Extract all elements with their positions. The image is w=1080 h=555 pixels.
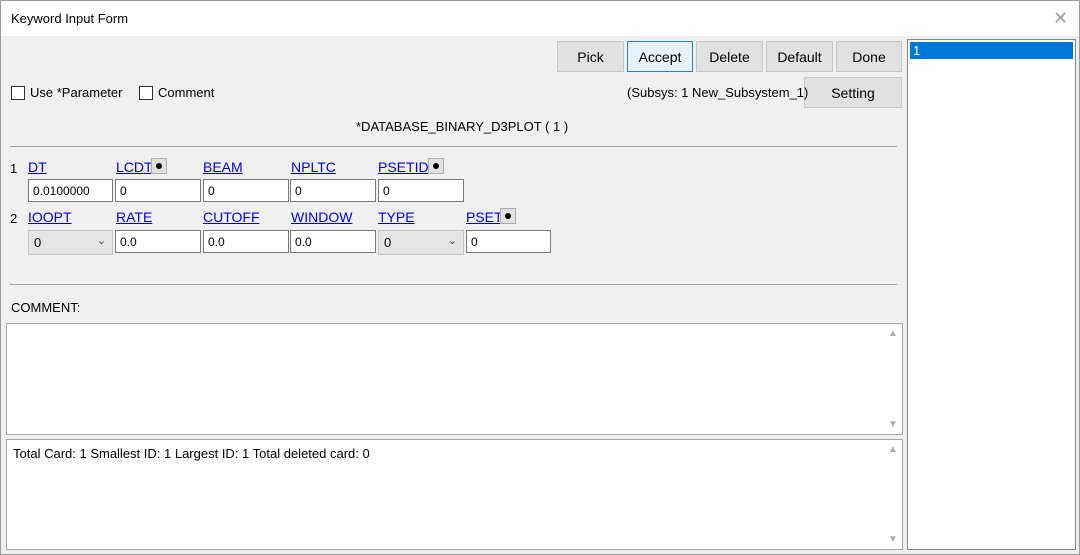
dot-icon	[433, 163, 439, 169]
pset-pick-button[interactable]	[500, 208, 516, 224]
lcdt-pick-button[interactable]	[151, 158, 167, 174]
comment-checkbox[interactable]: Comment	[139, 85, 214, 100]
dot-icon	[505, 213, 511, 219]
use-parameter-checkbox-box[interactable]	[11, 85, 25, 100]
chevron-down-icon: ⌄	[447, 235, 457, 247]
done-button[interactable]: Done	[836, 41, 902, 72]
type-select[interactable]: 0 ⌄	[378, 230, 464, 255]
use-parameter-checkbox[interactable]: Use *Parameter	[11, 85, 122, 100]
comment-scrollbar[interactable]: ▲ ▼	[884, 324, 902, 434]
title-bar: Keyword Input Form ✕	[1, 1, 1079, 36]
beam-label[interactable]: BEAM	[203, 159, 243, 175]
keyword-input-form-window: Keyword Input Form ✕ Pick Accept Delete …	[0, 0, 1080, 555]
npltc-input[interactable]	[290, 179, 376, 202]
separator-bottom	[10, 284, 897, 285]
info-summary-text: Total Card: 1 Smallest ID: 1 Largest ID:…	[13, 446, 370, 461]
card-id-list[interactable]: 1	[907, 39, 1076, 550]
accept-button[interactable]: Accept	[627, 41, 693, 72]
cutoff-label[interactable]: CUTOFF	[203, 209, 260, 225]
window-input[interactable]	[290, 230, 376, 253]
comment-textarea[interactable]: ▲ ▼	[6, 323, 903, 435]
pset-label[interactable]: PSET	[466, 209, 503, 225]
pick-button[interactable]: Pick	[557, 41, 624, 72]
psetid-input[interactable]	[378, 179, 464, 202]
pset-input[interactable]	[466, 230, 551, 253]
subsystem-text: (Subsys: 1 New_Subsystem_1)	[627, 85, 809, 100]
psetid-pick-button[interactable]	[428, 158, 444, 174]
dot-icon	[156, 163, 162, 169]
comment-checkbox-label: Comment	[158, 85, 215, 100]
rate-label[interactable]: RATE	[116, 209, 152, 225]
separator-top	[10, 146, 897, 147]
window-title: Keyword Input Form	[11, 11, 129, 26]
lcdt-input[interactable]	[115, 179, 201, 202]
beam-input[interactable]	[203, 179, 289, 202]
scroll-down-icon[interactable]: ▼	[888, 419, 898, 430]
ioopt-label[interactable]: IOOPT	[28, 209, 72, 225]
info-scrollbar[interactable]: ▲ ▼	[884, 440, 902, 549]
lcdt-label[interactable]: LCDT	[116, 159, 153, 175]
comment-section-label: COMMENT:	[11, 300, 81, 315]
use-parameter-label: Use *Parameter	[30, 85, 123, 100]
info-textarea[interactable]: Total Card: 1 Smallest ID: 1 Largest ID:…	[6, 439, 903, 550]
type-label[interactable]: TYPE	[378, 209, 415, 225]
window-label[interactable]: WINDOW	[291, 209, 352, 225]
default-button[interactable]: Default	[766, 41, 833, 72]
scroll-up-icon[interactable]: ▲	[888, 328, 898, 339]
setting-button[interactable]: Setting	[804, 77, 902, 108]
comment-checkbox-box[interactable]	[139, 85, 153, 100]
cutoff-input[interactable]	[203, 230, 289, 253]
npltc-label[interactable]: NPLTC	[291, 159, 336, 175]
delete-button[interactable]: Delete	[696, 41, 763, 72]
scroll-up-icon[interactable]: ▲	[888, 444, 898, 455]
close-icon[interactable]: ✕	[1053, 8, 1068, 29]
rate-input[interactable]	[115, 230, 201, 253]
psetid-label[interactable]: PSETID	[378, 159, 429, 175]
ioopt-select[interactable]: 0 ⌄	[28, 230, 113, 255]
list-item-selected[interactable]: 1	[910, 42, 1073, 59]
ioopt-selected-value: 0	[34, 235, 42, 250]
card1-row-number: 1	[10, 161, 18, 176]
dt-input[interactable]	[28, 179, 113, 202]
card2-row-number: 2	[10, 211, 18, 226]
dt-label[interactable]: DT	[28, 159, 47, 175]
keyword-title: *DATABASE_BINARY_D3PLOT ( 1 )	[356, 119, 569, 134]
type-selected-value: 0	[384, 235, 392, 250]
chevron-down-icon: ⌄	[96, 235, 106, 247]
scroll-down-icon[interactable]: ▼	[888, 534, 898, 545]
